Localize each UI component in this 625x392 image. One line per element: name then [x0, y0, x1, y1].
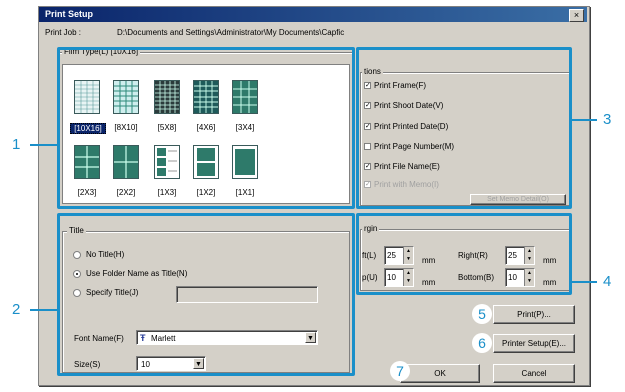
print-job-label: Print Job : [45, 28, 82, 37]
cancel-button[interactable]: Cancel [493, 364, 575, 383]
print-button[interactable]: Print(P)... [493, 305, 575, 324]
print-job-path: D:\Documents and Settings\Administrator\… [117, 28, 345, 37]
callout-frame-2 [57, 213, 355, 376]
callout-number-5: 5 [472, 304, 492, 324]
callout-line-3 [572, 119, 597, 121]
callout-number-4: 4 [603, 273, 612, 290]
callout-number-7: 7 [390, 361, 410, 381]
callout-number-3: 3 [603, 111, 612, 128]
callout-line-4 [572, 281, 597, 283]
callout-number-6: 6 [472, 333, 492, 353]
dialog-title: Print Setup [45, 9, 94, 19]
ok-button[interactable]: OK [400, 364, 480, 383]
callout-number-2: 2 [12, 301, 21, 318]
callout-number-1: 1 [12, 136, 21, 153]
callout-line-1 [30, 144, 57, 146]
close-button[interactable]: × [569, 9, 584, 22]
printer-setup-button[interactable]: Printer Setup(E)... [493, 334, 575, 353]
title-bar: Print Setup × [39, 7, 587, 22]
callout-line-2 [30, 309, 57, 311]
callout-frame-3 [356, 47, 572, 209]
callout-frame-1 [57, 47, 355, 209]
callout-frame-4 [356, 213, 572, 295]
